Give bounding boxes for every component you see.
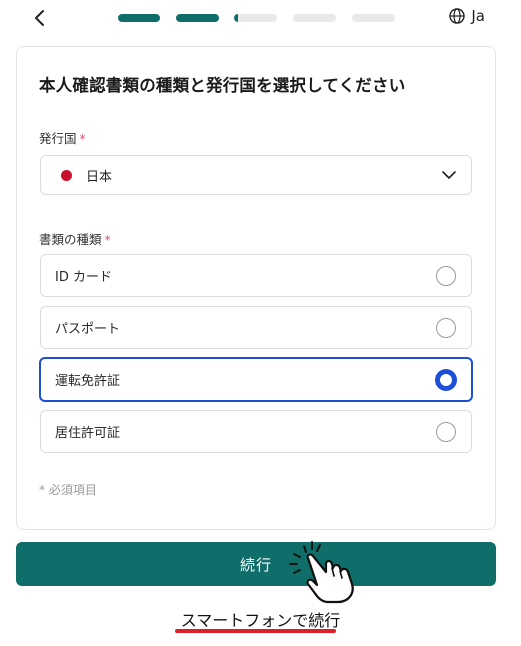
country-select-value: 日本 xyxy=(86,169,113,185)
continue-button[interactable]: 続行 xyxy=(16,542,496,586)
page-title: 本人確認書類の種類と発行国を選択してください xyxy=(39,76,406,95)
option-label: 居住許可証 xyxy=(55,426,121,441)
progress-step-3-fill xyxy=(234,14,238,22)
back-button[interactable] xyxy=(28,6,52,30)
radio-button[interactable] xyxy=(436,265,456,286)
radio-button-selected[interactable] xyxy=(435,368,457,391)
continue-button-label: 続行 xyxy=(239,555,272,574)
option-residence-permit[interactable]: 居住許可証 xyxy=(40,410,472,453)
language-label: Ja xyxy=(471,7,485,25)
chevron-down-icon xyxy=(442,171,456,179)
progress-step-4 xyxy=(293,14,336,22)
required-mark: * xyxy=(104,232,111,247)
language-selector[interactable]: Ja xyxy=(449,7,485,25)
progress-step-2 xyxy=(176,14,219,22)
progress-step-3 xyxy=(234,14,277,22)
country-label-text: 発行国 xyxy=(39,131,77,146)
document-type-label-text: 書類の種類 xyxy=(39,232,102,247)
option-label: ID カード xyxy=(55,270,112,285)
radio-button[interactable] xyxy=(436,317,456,338)
country-label: 発行国 * xyxy=(39,128,86,147)
required-footnote: * 必須項目 xyxy=(39,483,97,497)
document-type-label: 書類の種類 * xyxy=(39,229,111,248)
option-id-card[interactable]: ID カード xyxy=(40,254,472,297)
progress-step-1 xyxy=(118,14,160,22)
country-select[interactable]: 日本 xyxy=(40,155,472,195)
option-drivers-license[interactable]: 運転免許証 xyxy=(39,357,473,402)
progress-step-5 xyxy=(352,14,395,22)
japan-flag-icon xyxy=(61,169,72,181)
option-label: パスポート xyxy=(55,322,121,337)
document-selection-card: 本人確認書類の種類と発行国を選択してください 発行国 * 日本 書類の種類 * ID… xyxy=(16,46,496,530)
option-label: 運転免許証 xyxy=(55,374,121,389)
top-bar: Ja xyxy=(0,0,521,40)
globe-icon xyxy=(449,8,466,24)
chevron-left-icon xyxy=(35,10,44,26)
radio-button[interactable] xyxy=(436,421,456,442)
red-underline-annotation xyxy=(175,629,336,633)
option-passport[interactable]: パスポート xyxy=(40,306,472,349)
required-mark: * xyxy=(79,131,86,146)
